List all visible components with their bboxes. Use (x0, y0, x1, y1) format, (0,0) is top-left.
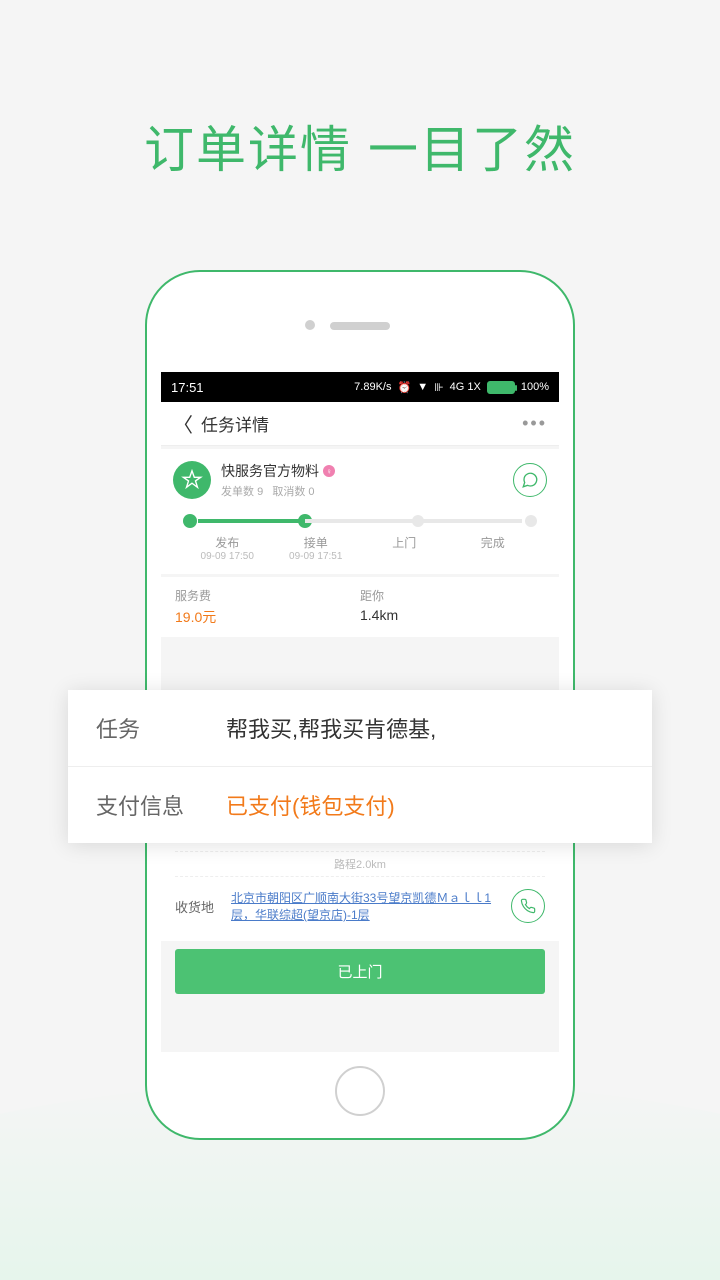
delivery-link[interactable]: 北京市朝阳区广顺南大街33号望京凯德Ｍａｌｌ1层，华联综超(望京店)-1层 (231, 889, 511, 923)
progress-tracker: 发布09-09 17:50 接单09-09 17:51 上门 完成 (173, 519, 547, 562)
home-button[interactable] (335, 1066, 385, 1116)
task-label: 任务 (96, 712, 226, 744)
page-headline: 订单详情 一目了然 (0, 0, 720, 182)
phone-speaker (330, 322, 390, 330)
status-bar: 17:51 7.89K/s ⏰ ▼ ⊪ 4G 1X 100% (161, 372, 559, 402)
status-battery: 100% (521, 381, 549, 393)
detail-overlay: 任务 帮我买,帮我买肯德基, 支付信息 已支付(钱包支付) (68, 690, 652, 843)
navbar: 〈 任务详情 ••• (161, 402, 559, 446)
status-speed: 7.89K/s (354, 381, 391, 393)
user-stats: 发单数 9 取消数 0 (221, 483, 513, 499)
phone-icon[interactable] (511, 889, 545, 923)
status-time: 17:51 (171, 380, 204, 395)
distance-value: 1.4km (360, 607, 545, 623)
fee-value: 19.0元 (175, 607, 360, 627)
distance-label: 距你 (360, 587, 545, 604)
arrived-button[interactable]: 已上门 (175, 949, 545, 994)
step-label: 接单 (272, 534, 361, 551)
avatar[interactable] (173, 461, 211, 499)
payment-label: 支付信息 (96, 789, 226, 821)
wifi-icon: ▼ (417, 381, 428, 393)
step-label: 上门 (360, 534, 449, 551)
fee-label: 服务费 (175, 587, 360, 604)
back-icon[interactable]: 〈 (173, 409, 193, 438)
step-time: 09-09 17:50 (183, 551, 272, 562)
route-distance: 路程2.0km (175, 851, 545, 877)
step-label: 发布 (183, 534, 272, 551)
step-dot (183, 514, 197, 528)
more-icon[interactable]: ••• (522, 413, 547, 434)
task-value: 帮我买,帮我买肯德基, (226, 712, 436, 744)
status-network: 4G 1X (450, 381, 481, 393)
clock-icon: ⏰ (397, 381, 411, 394)
signal-icon: ⊪ (434, 381, 444, 394)
step-dot (525, 515, 537, 527)
step-time: 09-09 17:51 (272, 551, 361, 562)
female-badge-icon: ♀ (323, 465, 335, 477)
user-name: 快服务官方物料 (221, 461, 319, 481)
nav-title: 任务详情 (201, 411, 522, 436)
delivery-label: 收货地 (175, 897, 231, 916)
payment-value: 已支付(钱包支付) (226, 789, 395, 821)
battery-icon (487, 381, 515, 394)
step-label: 完成 (449, 534, 538, 551)
phone-camera (305, 320, 315, 330)
chat-icon[interactable] (513, 463, 547, 497)
